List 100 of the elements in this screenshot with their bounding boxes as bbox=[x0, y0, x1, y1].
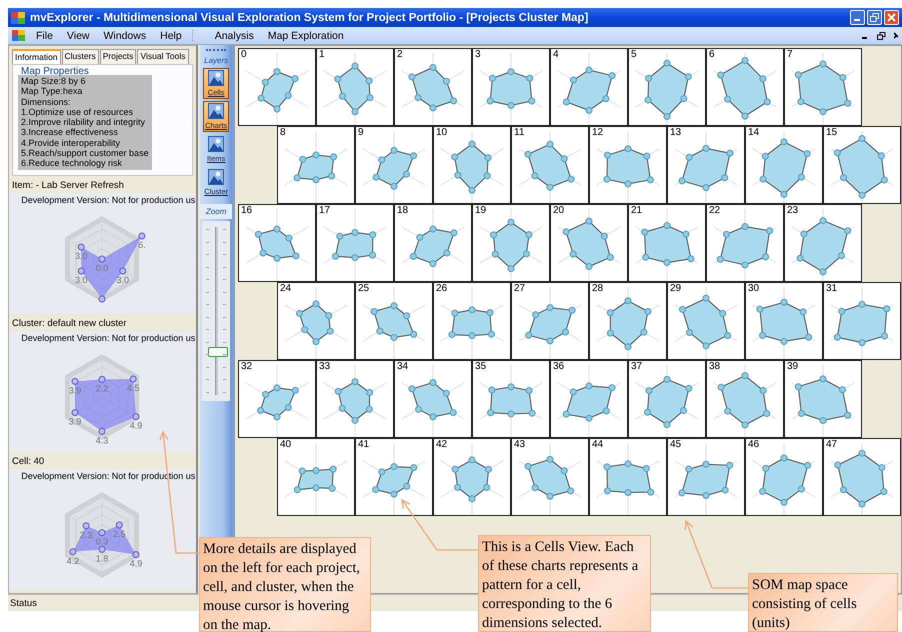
map-cell[interactable]: 9 bbox=[355, 126, 433, 204]
cell-number: 42 bbox=[436, 439, 448, 450]
cell-number: 21 bbox=[631, 205, 642, 216]
close-icon[interactable] bbox=[894, 32, 898, 40]
cell-number: 16 bbox=[241, 205, 252, 216]
map-cell[interactable]: 25 bbox=[355, 282, 433, 360]
cell-number: 4 bbox=[553, 49, 559, 60]
radar-chart-drawing bbox=[294, 152, 338, 184]
map-cell[interactable]: 2 bbox=[394, 48, 472, 126]
map-cell[interactable]: 31 bbox=[823, 282, 901, 360]
map-cell[interactable]: 46 bbox=[745, 438, 823, 516]
map-cell[interactable]: 36 bbox=[550, 360, 628, 438]
map-cell[interactable]: 5 bbox=[628, 48, 706, 126]
map-cell[interactable]: 43 bbox=[511, 438, 589, 516]
picture-icon[interactable] bbox=[208, 169, 224, 185]
map-cell[interactable]: 3 bbox=[472, 48, 550, 126]
menu-item[interactable]: Analysis bbox=[214, 30, 254, 42]
map-cell[interactable]: 40 bbox=[277, 438, 355, 516]
map-cell[interactable]: 20 bbox=[550, 204, 628, 282]
map-cell[interactable]: 47 bbox=[823, 438, 901, 516]
map-cell[interactable]: 45 bbox=[667, 438, 745, 516]
map-cell[interactable]: 23 bbox=[784, 204, 862, 282]
value-label: 4.9 bbox=[130, 558, 142, 569]
callout-note: This is a Cells View. Each of these charts represents a pattern for a cell, corresponding to the 6 dimensions selected. bbox=[478, 535, 651, 632]
map-cell[interactable]: 24 bbox=[277, 282, 355, 360]
map-cell[interactable]: 17 bbox=[316, 204, 394, 282]
map-cell[interactable]: 38 bbox=[706, 360, 784, 438]
restore-button[interactable] bbox=[867, 10, 882, 25]
map-cell[interactable]: 26 bbox=[433, 282, 511, 360]
map-cell[interactable]: 1 bbox=[316, 48, 394, 126]
map-cell[interactable]: 22 bbox=[706, 204, 784, 282]
picture-icon[interactable] bbox=[208, 103, 224, 119]
map-cell[interactable]: 32 bbox=[238, 360, 316, 438]
map-cell[interactable]: 19 bbox=[472, 204, 550, 282]
menu-item[interactable]: Map Exploration bbox=[268, 30, 344, 42]
map-cell[interactable]: 0 bbox=[238, 48, 316, 126]
map-cell[interactable]: 33 bbox=[316, 360, 394, 438]
map-cell[interactable]: 11 bbox=[511, 126, 589, 204]
close-button[interactable] bbox=[884, 10, 899, 25]
slider-thumb[interactable] bbox=[208, 347, 228, 357]
picture-icon[interactable] bbox=[208, 136, 224, 152]
cell-number: 23 bbox=[787, 205, 798, 216]
map-cell[interactable]: 41 bbox=[355, 438, 433, 516]
map-cell[interactable]: 4 bbox=[550, 48, 628, 126]
tab[interactable]: Information bbox=[12, 49, 61, 64]
map-cell[interactable]: 12 bbox=[589, 126, 667, 204]
map-cell[interactable]: 37 bbox=[628, 360, 706, 438]
radar-chart-drawing bbox=[834, 450, 888, 508]
menu-item[interactable]: View bbox=[66, 30, 90, 42]
map-cell[interactable]: 16 bbox=[238, 204, 316, 282]
map-cell[interactable]: 29 bbox=[667, 282, 745, 360]
radar-chart-drawing bbox=[760, 138, 811, 198]
menu-item[interactable]: File bbox=[36, 30, 53, 42]
map-cell[interactable]: 7 bbox=[784, 48, 862, 126]
map-cell[interactable]: 42 bbox=[433, 438, 511, 516]
radar-chart-drawing bbox=[716, 223, 774, 269]
menu-item[interactable]: Help bbox=[160, 30, 182, 42]
restore-icon[interactable] bbox=[877, 32, 886, 40]
minimize-button[interactable] bbox=[850, 10, 865, 25]
cell-number: 39 bbox=[787, 361, 798, 372]
tab[interactable]: Projects bbox=[100, 49, 136, 64]
radar-chart-drawing bbox=[603, 460, 654, 496]
grip-handle[interactable] bbox=[206, 49, 226, 53]
section-title: Layers bbox=[204, 55, 228, 67]
map-cell[interactable]: 27 bbox=[511, 282, 589, 360]
cell-number: 45 bbox=[670, 439, 682, 450]
menu-item[interactable]: Windows bbox=[104, 30, 146, 42]
value-label: 3.9 bbox=[68, 416, 82, 427]
map-cell[interactable]: 8 bbox=[277, 126, 355, 204]
radar-chart-drawing bbox=[644, 60, 692, 120]
value-label: 2.2 bbox=[96, 383, 108, 394]
radar-chart-drawing bbox=[759, 454, 812, 506]
cell-number: 11 bbox=[514, 127, 524, 138]
map-cell[interactable]: 14 bbox=[745, 126, 823, 204]
value-label: 3.0 bbox=[116, 275, 130, 285]
radar-chart-drawing bbox=[490, 218, 532, 272]
tab[interactable]: Visual Tools bbox=[137, 49, 188, 64]
map-cell[interactable]: 39 bbox=[784, 360, 862, 438]
map-cell[interactable]: 18 bbox=[394, 204, 472, 282]
map-cell[interactable]: 10 bbox=[433, 126, 511, 204]
map-cell[interactable]: 15 bbox=[823, 126, 901, 204]
chart-title: Development Version: Not for production us bbox=[20, 332, 196, 343]
chart-title: Development Version: Not for production us bbox=[20, 470, 196, 481]
map-cell[interactable]: 35 bbox=[472, 360, 550, 438]
map-cell[interactable]: 30 bbox=[745, 282, 823, 360]
cell-number: 29 bbox=[670, 283, 682, 294]
map-cell[interactable]: 6 bbox=[706, 48, 784, 126]
map-cell[interactable]: 44 bbox=[589, 438, 667, 516]
map-cell[interactable]: 28 bbox=[589, 282, 667, 360]
tab[interactable]: Clusters bbox=[62, 49, 99, 64]
map-cell[interactable]: 13 bbox=[667, 126, 745, 204]
property-line: 4.Provide interoperability bbox=[21, 138, 122, 148]
map-cell[interactable]: 34 bbox=[394, 360, 472, 438]
cell-number: 9 bbox=[358, 127, 364, 138]
radar-chart-drawing bbox=[408, 64, 458, 112]
radar-chart-drawing bbox=[294, 466, 337, 494]
picture-icon[interactable] bbox=[208, 70, 224, 86]
radar-chart-drawing bbox=[332, 229, 376, 262]
map-cell[interactable]: 21 bbox=[628, 204, 706, 282]
cell-number: 41 bbox=[358, 439, 370, 450]
